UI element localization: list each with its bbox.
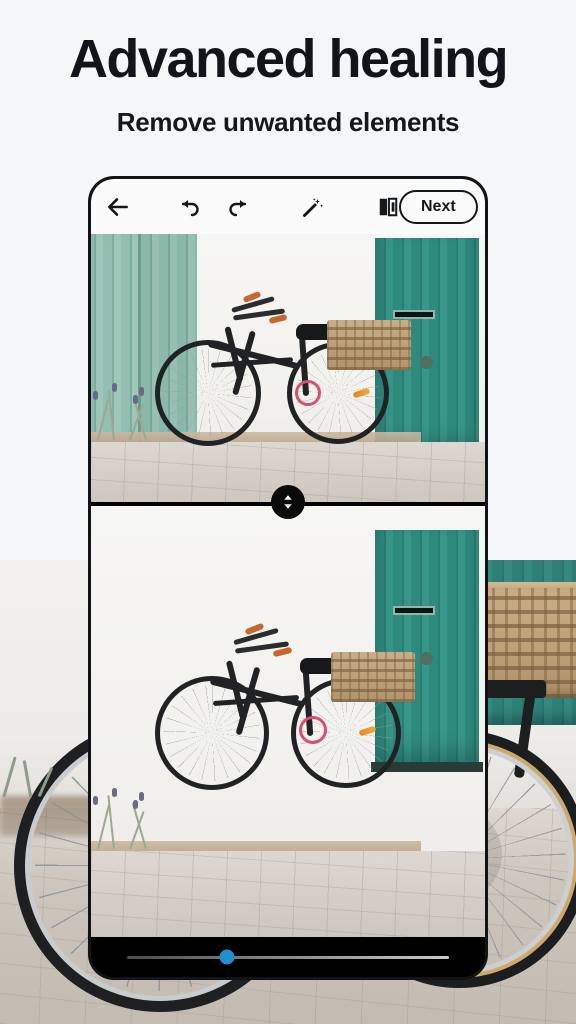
slider-knob[interactable] <box>219 949 235 965</box>
after-scene <box>91 506 485 937</box>
promo-screenshot: Advanced healing Remove unwanted element… <box>0 0 576 1024</box>
next-button[interactable]: Next <box>399 189 478 224</box>
before-scene <box>91 234 485 502</box>
after-door-knob <box>420 652 433 665</box>
before-basket <box>327 320 411 370</box>
slider-track[interactable] <box>127 949 449 965</box>
back-arrow-icon[interactable] <box>105 190 131 224</box>
page-subtitle: Remove unwanted elements <box>116 107 460 137</box>
before-mail-slot <box>393 310 435 319</box>
before-after-compare-icon[interactable] <box>377 194 399 220</box>
after-image-pane <box>91 506 485 937</box>
before-door-knob <box>420 356 433 369</box>
editor-canvas[interactable] <box>91 234 485 937</box>
redo-icon[interactable] <box>225 192 249 222</box>
after-mail-slot <box>393 606 435 615</box>
magic-wand-icon[interactable] <box>301 193 325 221</box>
undo-icon[interactable] <box>179 192 203 222</box>
page-title: Advanced healing <box>68 29 509 89</box>
after-basket <box>331 652 415 702</box>
brush-size-slider[interactable] <box>91 937 485 977</box>
phone-mockup: Next <box>88 176 488 980</box>
vertical-drag-handle-icon[interactable] <box>271 485 305 519</box>
app-toolbar: Next <box>91 179 485 234</box>
before-image-pane <box>91 234 485 502</box>
after-cobblestone <box>91 851 485 937</box>
after-lavender-plant <box>91 777 191 850</box>
